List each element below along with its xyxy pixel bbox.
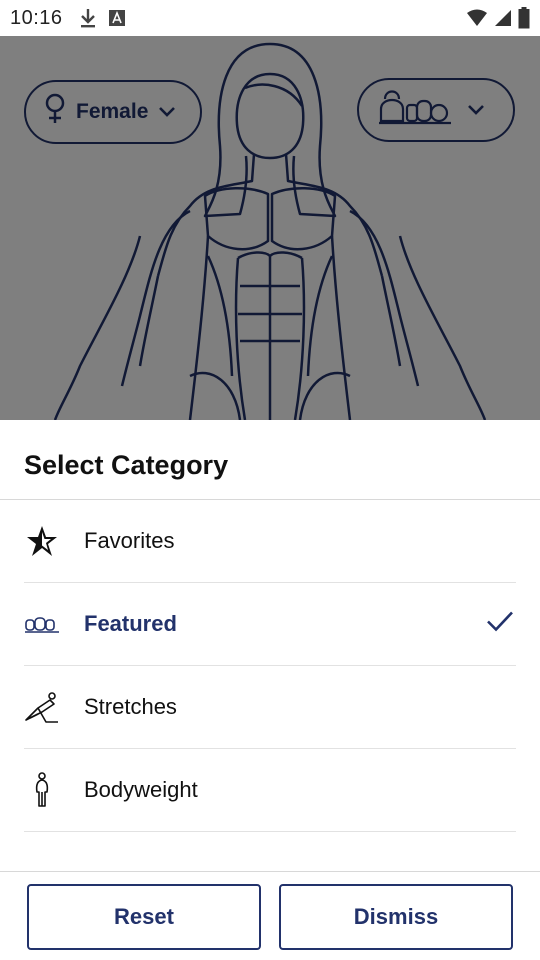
stretching-figure-icon: [24, 689, 60, 725]
select-category-sheet: Select Category Favorites Featured Stret…: [0, 420, 540, 960]
category-item-featured[interactable]: Featured: [24, 583, 516, 666]
font-a-icon: [108, 10, 125, 26]
standing-figure-icon: [24, 772, 60, 808]
dismiss-button[interactable]: Dismiss: [279, 884, 513, 950]
category-item-bodyweight[interactable]: Bodyweight: [24, 749, 516, 832]
sheet-title: Select Category: [24, 450, 229, 480]
divider: [0, 871, 540, 872]
wifi-icon: [466, 9, 488, 27]
reset-button[interactable]: Reset: [27, 884, 261, 950]
download-icon: [79, 7, 97, 29]
star-icon: [24, 523, 60, 559]
modal-scrim[interactable]: [0, 36, 540, 420]
category-label: Favorites: [84, 528, 175, 553]
category-list: Favorites Featured Stretches Bodyweight: [0, 500, 540, 832]
category-label: Featured: [84, 611, 177, 636]
category-label: Bodyweight: [84, 777, 198, 802]
status-bar: 10:16: [0, 0, 540, 36]
signal-icon: [494, 9, 512, 27]
category-label: Stretches: [84, 694, 177, 719]
battery-icon: [518, 7, 530, 29]
category-item-favorites[interactable]: Favorites: [24, 500, 516, 583]
dumbbells-icon: [24, 606, 60, 642]
category-item-stretches[interactable]: Stretches: [24, 666, 516, 749]
status-time: 10:16: [10, 6, 63, 29]
checkmark-icon: [486, 611, 514, 638]
